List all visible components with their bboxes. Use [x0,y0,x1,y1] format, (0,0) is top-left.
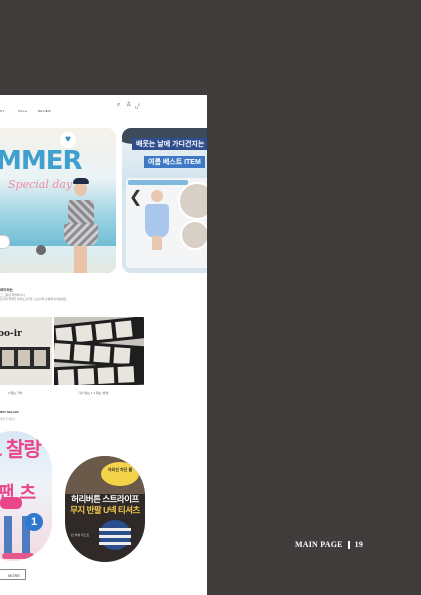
watermark-logo: r [150,468,188,553]
hero-banner-summer[interactable]: ♥ MMER Special day [0,128,116,273]
thumbnail-caption: 기나 맞는 1 1 대는 '반영' [78,391,109,395]
header-icons: ⌕ ♙ ⊔0 [117,101,147,111]
more-button[interactable]: MORE [0,569,26,580]
page-footer: MAIN PAGE 19 [295,540,364,550]
section-description: 당신의 특별한 라이프스타일, 오늘만의 감성에 맞춰보세요 [0,297,67,301]
top-nav: ST VILLA REVIEW [0,109,207,117]
banner-tag-secondary: 여름 베스트 ITEM [144,156,205,168]
footer-label: MAIN PAGE [295,540,343,549]
nav-item-villa[interactable]: VILLA [18,109,27,113]
product-card[interactable]: 드 찰랑 팬 츠 [0,431,52,561]
footer-divider [347,541,350,550]
product-headline: 무지 반팔 U넥 티셔츠 [70,505,140,515]
model-photo [60,178,100,273]
rank-badge: 1 [25,513,43,531]
product-image [99,520,131,550]
search-icon[interactable]: ⌕ [117,101,120,109]
product-caption: 빈 리뷰 리스트 [71,533,90,537]
product-circle-image [180,220,207,250]
avatar [36,245,46,255]
cart-count: 0 [138,103,140,107]
product-headline: 드 찰랑 [0,439,42,461]
thumbnail-caption: 2 얻는 가치 [8,391,23,395]
product-tag [0,497,22,509]
page-number: 19 [354,540,364,549]
promo-bubble: 자외선 차단 쿨 [101,462,139,486]
section-title: RST SELLER [0,410,19,414]
chevron-left-icon[interactable]: ❮ [129,187,142,207]
cart-icon[interactable]: ⊔0 [135,101,140,111]
content-thumbnail[interactable] [54,317,144,385]
thumbnail-text: oo-ir [0,329,22,339]
nav-item-review[interactable]: REVIEW [38,109,51,113]
nav-item-st[interactable]: ST [0,109,4,113]
banner-tag-primary: 배웃는 날에 가디건지는 [132,138,207,150]
product-card[interactable]: 자외선 차단 쿨 허리버튼 스트라이프 무지 반팔 U넥 티셔츠 빈 리뷰 리스… [65,456,145,562]
banner-headline: MMER [0,146,83,176]
user-icon[interactable]: ♙ [126,101,131,109]
section-subtitle: 이번 주 베스트 [0,418,16,421]
model-photo [142,190,172,250]
banner-pill-button[interactable] [0,235,10,249]
content-thumbnail[interactable]: oo-ir [0,317,52,385]
